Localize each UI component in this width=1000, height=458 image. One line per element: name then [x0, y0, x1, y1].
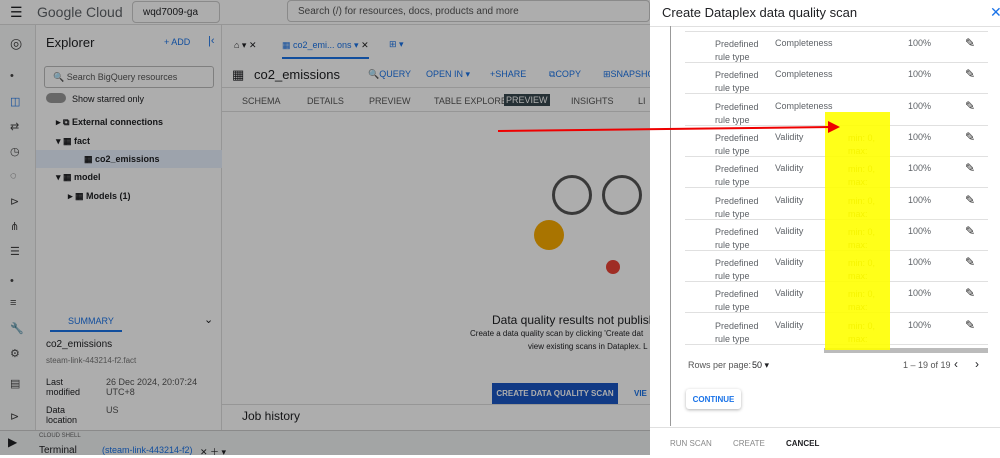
rule-dimension: Validity [775, 319, 804, 330]
rule-threshold: 100% [908, 131, 932, 142]
rule-dimension: Validity [775, 131, 804, 142]
rule-row: Predefined rule type Completeness 100% ✎ [685, 63, 988, 95]
edit-pencil-icon[interactable]: ✎ [965, 161, 975, 175]
dialog-title: Create Dataplex data quality scan [662, 5, 858, 20]
run-scan-button[interactable]: RUN SCAN [670, 439, 712, 448]
rule-dimension: Completeness [775, 100, 833, 111]
rule-dimension: Completeness [775, 69, 833, 80]
rule-dimension: Validity [775, 225, 804, 236]
rows-per-page-select[interactable]: 50 ▾ [752, 360, 769, 371]
next-page-icon[interactable]: › [975, 357, 979, 371]
rule-type: Predefined rule type [715, 132, 759, 156]
rule-threshold: 100% [908, 38, 932, 48]
rule-type: Predefined rule type [715, 320, 759, 344]
rule-threshold: 100% [908, 163, 932, 174]
continue-button[interactable]: CONTINUE [686, 389, 741, 409]
edit-pencil-icon[interactable]: ✎ [965, 36, 975, 50]
rule-threshold: 100% [908, 69, 932, 80]
modal-scrim[interactable] [0, 0, 650, 455]
rule-type: Predefined rule type [715, 258, 759, 282]
prev-page-icon[interactable]: ‹ [954, 357, 958, 371]
rule-type: Predefined rule type [715, 226, 759, 250]
edit-pencil-icon[interactable]: ✎ [965, 318, 975, 332]
rule-threshold: 100% [908, 194, 932, 205]
edit-pencil-icon[interactable]: ✎ [965, 224, 975, 238]
rule-dimension: Validity [775, 194, 804, 205]
edit-pencil-icon[interactable]: ✎ [965, 130, 975, 144]
edit-pencil-icon[interactable]: ✎ [965, 67, 975, 81]
rule-threshold: 100% [908, 319, 932, 330]
rule-type: Predefined rule type [715, 101, 759, 125]
close-icon[interactable]: ✕ [990, 4, 1000, 21]
rule-type: Predefined rule type [715, 289, 759, 313]
rule-row: Predefined rule type Completeness 100% ✎ [685, 32, 988, 63]
edit-pencil-icon[interactable]: ✎ [965, 193, 975, 207]
rows-per-page-label: Rows per page: [688, 360, 752, 370]
rule-dimension: Completeness [775, 38, 833, 48]
rule-type: Predefined rule type [715, 195, 759, 219]
rule-type: Predefined rule type [715, 39, 759, 62]
rule-type: Predefined rule type [715, 164, 759, 188]
edit-pencil-icon[interactable]: ✎ [965, 99, 975, 113]
page-range: 1 – 19 of 19 [903, 360, 951, 370]
rule-threshold: 100% [908, 225, 932, 236]
value: 50 [752, 360, 763, 370]
rule-threshold: 100% [908, 257, 932, 268]
edit-pencil-icon[interactable]: ✎ [965, 255, 975, 269]
rule-threshold: 100% [908, 288, 932, 299]
create-button[interactable]: CREATE [733, 439, 765, 448]
cancel-button[interactable]: CANCEL [786, 439, 819, 448]
rule-dimension: Validity [775, 288, 804, 299]
rule-type: Predefined rule type [715, 70, 759, 94]
rule-dimension: Validity [775, 163, 804, 174]
rule-threshold: 100% [908, 100, 932, 111]
edit-pencil-icon[interactable]: ✎ [965, 286, 975, 300]
rule-dimension: Validity [775, 257, 804, 268]
highlight-annotation [825, 112, 890, 350]
